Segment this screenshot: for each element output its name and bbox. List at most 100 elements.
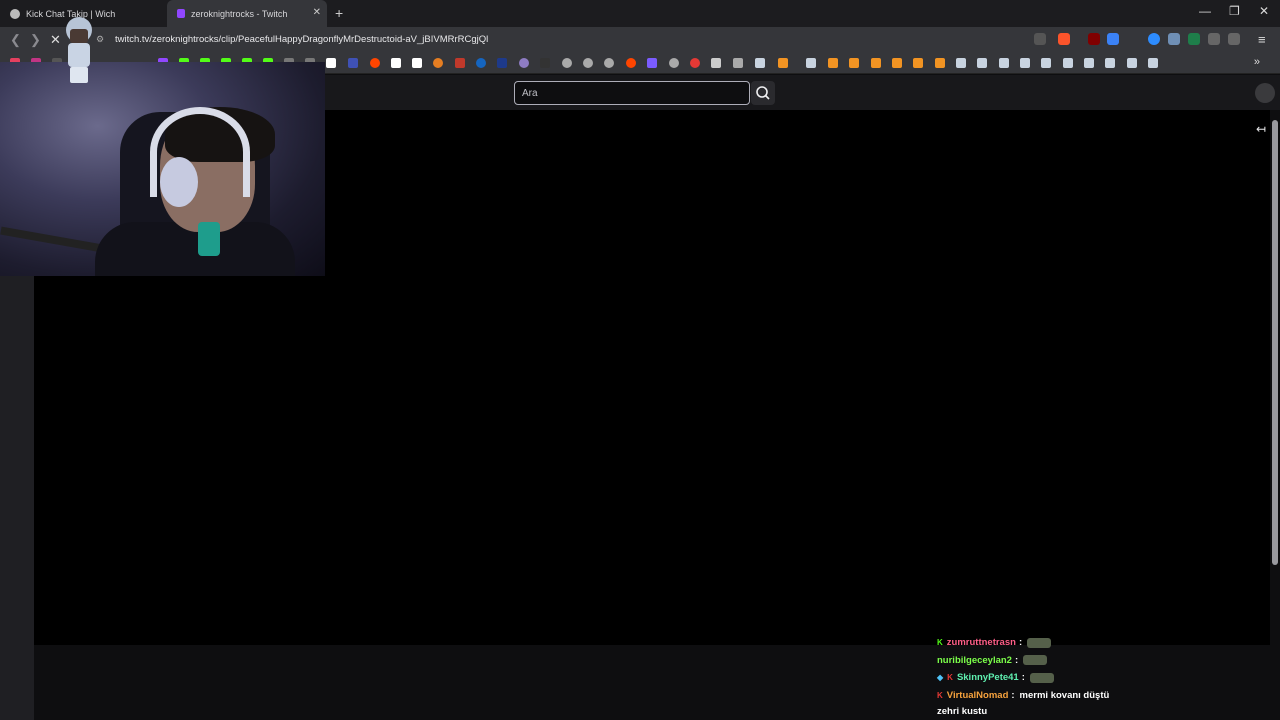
emote-icon — [1023, 655, 1048, 666]
tab-title: zeroknightrocks - Twitch — [191, 8, 288, 19]
bookmark-icon[interactable] — [348, 58, 358, 68]
bookmark-icon[interactable] — [892, 58, 902, 68]
chat-overlay: K zumruttnetrasn : nuribilgeceylan2 : ◆ … — [937, 634, 1267, 717]
stop-loading-icon[interactable]: ✕ — [50, 32, 61, 48]
character-sticker — [62, 17, 96, 87]
steam-icon[interactable] — [755, 58, 765, 68]
globe-icon[interactable] — [583, 58, 593, 68]
browser-toolbar: ❮ ❯ ✕ ⚙ twitch.tv/zeroknightrocks/clip/P… — [0, 27, 1280, 53]
steam-icon[interactable] — [1127, 58, 1137, 68]
extension-icon[interactable] — [1188, 33, 1200, 45]
steam-icon[interactable] — [956, 58, 966, 68]
steam-icon[interactable] — [1041, 58, 1051, 68]
steam-icon[interactable] — [806, 58, 816, 68]
bookmark-icon[interactable] — [849, 58, 859, 68]
menu-icon[interactable]: ≡ — [1258, 32, 1266, 47]
search-button[interactable] — [751, 81, 775, 105]
folder-icon[interactable] — [733, 58, 743, 68]
bookmark-icon[interactable] — [778, 58, 788, 68]
restore-icon[interactable]: ❐ — [1229, 4, 1240, 18]
reddit-icon[interactable] — [626, 58, 636, 68]
steam-icon[interactable] — [977, 58, 987, 68]
bookmark-icon[interactable] — [935, 58, 945, 68]
site-settings-icon[interactable]: ⚙ — [96, 34, 104, 45]
browser-tab-strip: Kick Chat Takip | Wich zeroknightrocks -… — [0, 0, 1280, 27]
steam-icon[interactable] — [1084, 58, 1094, 68]
webcam-overlay — [0, 62, 325, 276]
address-bar[interactable]: twitch.tv/zeroknightrocks/clip/PeacefulH… — [115, 34, 488, 45]
bookmark-icon[interactable] — [433, 58, 443, 68]
chat-username: SkinnyPete41 — [956, 672, 1019, 684]
bookmark-icon[interactable] — [497, 58, 507, 68]
steam-icon[interactable] — [1148, 58, 1158, 68]
bookmark-icon[interactable] — [476, 58, 486, 68]
kick-badge-icon: K — [947, 673, 953, 683]
steam-icon[interactable] — [1105, 58, 1115, 68]
amazon-icon[interactable] — [412, 58, 422, 68]
globe-icon[interactable] — [604, 58, 614, 68]
twitch-icon — [177, 9, 185, 18]
steam-icon[interactable] — [999, 58, 1009, 68]
bookmark-icon[interactable] — [647, 58, 657, 68]
extension-icon[interactable] — [1148, 33, 1160, 45]
microphone — [198, 222, 220, 256]
globe-icon[interactable] — [669, 58, 679, 68]
forward-icon[interactable]: ❯ — [30, 32, 41, 48]
headset-earcup — [160, 157, 198, 207]
chat-continuation: zehri kustu — [937, 706, 988, 717]
extensions-puzzle-icon[interactable] — [1208, 33, 1220, 45]
scrollbar[interactable] — [1272, 120, 1278, 565]
steam-icon[interactable] — [1063, 58, 1073, 68]
share-icon[interactable] — [1034, 33, 1046, 45]
bookmark-icon[interactable] — [913, 58, 923, 68]
collapse-chat-icon[interactable]: ↤ — [1256, 122, 1266, 136]
chat-message: ◆ K SkinnyPete41 : — [937, 669, 1267, 687]
bookmark-icon[interactable] — [711, 58, 721, 68]
chat-text: mermi kovanı düştü — [1019, 689, 1110, 701]
bookmark-icon[interactable] — [391, 58, 401, 68]
bookmark-icon[interactable] — [690, 58, 700, 68]
chat-username: zumruttnetrasn — [946, 637, 1016, 649]
brave-shield-icon[interactable] — [1058, 33, 1070, 45]
reddit-icon[interactable] — [370, 58, 380, 68]
x-icon[interactable] — [326, 58, 336, 68]
bookmark-icon[interactable] — [871, 58, 881, 68]
globe-icon — [10, 8, 20, 19]
ublock-icon[interactable] — [1088, 33, 1100, 45]
steam-icon[interactable] — [1020, 58, 1030, 68]
chat-message: K zumruttnetrasn : — [937, 634, 1267, 652]
chat-message: nuribilgeceylan2 : — [937, 652, 1267, 670]
extension-icon[interactable] — [1168, 33, 1180, 45]
gem-badge-icon: ◆ — [937, 673, 944, 683]
bookmark-icon[interactable] — [828, 58, 838, 68]
tab-twitch[interactable]: zeroknightrocks - Twitch ✕ — [167, 0, 327, 27]
kick-badge-icon: K — [937, 690, 943, 700]
sticker-body — [68, 43, 90, 67]
emote-icon — [1029, 672, 1054, 683]
sidebar-icon[interactable] — [1228, 33, 1240, 45]
sticker-face — [70, 29, 88, 43]
chat-message: K VirtualNomad : mermi kovanı düştü — [937, 687, 1267, 705]
new-tab-button[interactable]: + — [335, 5, 343, 21]
search-input[interactable]: Ara — [514, 81, 750, 105]
avatar[interactable] — [1255, 83, 1275, 103]
search-icon — [756, 86, 770, 100]
minimize-icon[interactable]: — — [1199, 4, 1211, 18]
close-tab-icon[interactable]: ✕ — [313, 7, 321, 18]
bookmark-icon[interactable] — [519, 58, 529, 68]
bookmark-icon[interactable] — [540, 58, 550, 68]
more-bookmarks-icon[interactable]: » — [1254, 56, 1260, 68]
chat-separator: : — [1014, 654, 1019, 666]
chat-separator: : — [1021, 672, 1025, 684]
chat-separator: : — [1011, 689, 1015, 701]
bookmark-icon[interactable] — [455, 58, 465, 68]
sticker-legs — [70, 67, 88, 83]
emote-icon — [1027, 637, 1052, 648]
chat-username: nuribilgeceylan2 — [937, 654, 1012, 666]
close-icon[interactable]: ✕ — [1259, 4, 1269, 18]
chat-separator: : — [1018, 637, 1023, 649]
kick-badge-icon: K — [937, 638, 943, 648]
globe-icon[interactable] — [562, 58, 572, 68]
extension-icon[interactable] — [1107, 33, 1119, 45]
back-icon[interactable]: ❮ — [10, 32, 21, 48]
